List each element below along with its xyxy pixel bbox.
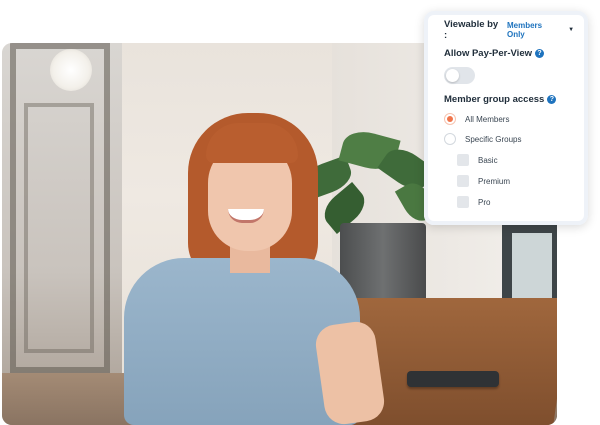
pay-per-view-heading: Allow Pay-Per-View ? [444,48,574,59]
pay-per-view-toggle[interactable] [444,67,475,84]
member-group-label: Member group access [444,94,545,105]
checkbox-icon[interactable] [457,196,469,208]
group-checkbox-pro[interactable]: Pro [457,196,574,208]
toggle-knob [446,69,459,82]
checkbox-icon[interactable] [457,154,469,166]
person-bangs [206,123,298,163]
photo-phone [407,371,499,387]
help-icon[interactable]: ? [547,95,557,104]
viewable-by-label: Viewable by : [444,19,499,41]
radio-label: All Members [465,114,510,124]
member-group-heading: Member group access ? [444,94,574,105]
access-settings-card: Viewable by : Members Only ▼ Allow Pay-P… [424,11,588,225]
checkbox-label: Pro [478,197,491,207]
checkbox-label: Basic [478,155,498,165]
radio-label: Specific Groups [465,134,522,144]
page: Viewable by : Members Only ▼ Allow Pay-P… [0,0,600,425]
photo-window-frame-inner [24,103,94,353]
viewable-by-dropdown[interactable]: Viewable by : Members Only ▼ [444,19,575,41]
radio-selected-icon[interactable] [444,113,456,125]
radio-all-members[interactable]: All Members [444,113,574,125]
pay-per-view-label: Allow Pay-Per-View [444,48,532,59]
group-checkbox-premium[interactable]: Premium [457,175,574,187]
checkbox-label: Premium [478,176,511,186]
radio-specific-groups[interactable]: Specific Groups [444,133,574,145]
viewable-by-value: Members Only [506,21,543,39]
group-checkbox-basic[interactable]: Basic [457,154,574,166]
checkbox-icon[interactable] [457,175,469,187]
help-icon[interactable]: ? [535,49,544,58]
radio-unselected-icon[interactable] [444,133,456,145]
photo-lamp [50,49,92,91]
caret-down-icon: ▼ [568,27,575,33]
